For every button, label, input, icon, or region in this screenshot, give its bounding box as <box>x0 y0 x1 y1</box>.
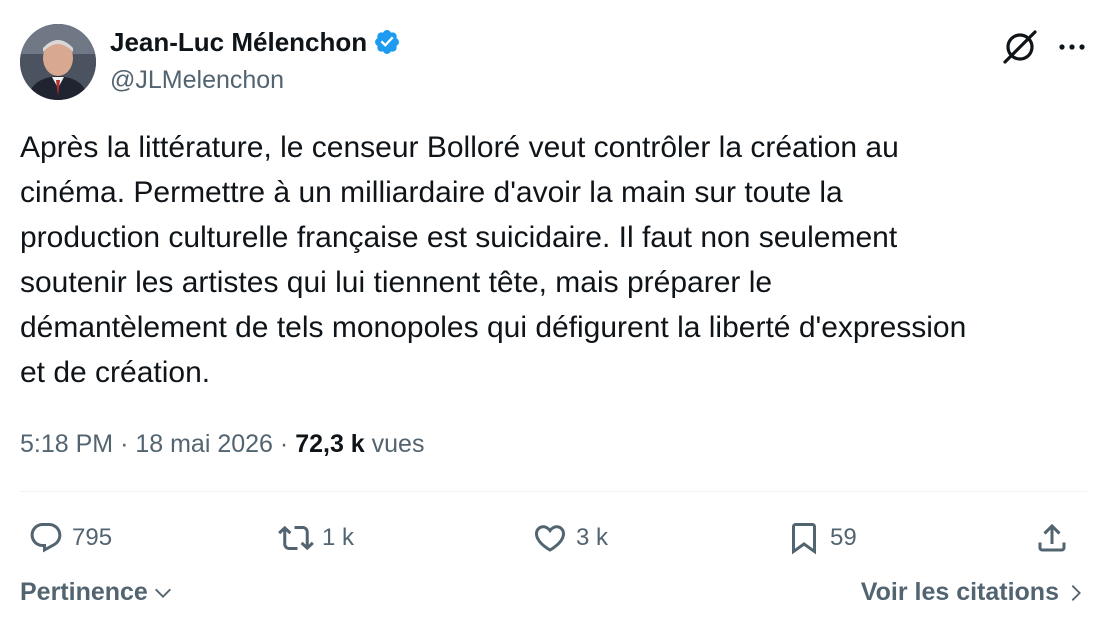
tweet-date[interactable]: 18 mai 2026 <box>135 430 273 458</box>
chevron-right-icon <box>1071 584 1081 601</box>
avatar[interactable] <box>20 24 96 100</box>
tweet-card: Jean-Luc Mélenchon @JLMelenchon Après la… <box>0 0 1107 630</box>
author-names: Jean-Luc Mélenchon @JLMelenchon <box>110 22 401 98</box>
verified-badge-icon <box>375 30 400 54</box>
repost-button[interactable]: 1 k <box>278 520 354 556</box>
action-bar: 795 1 k 3 k 59 <box>20 510 1087 570</box>
views-label: vues <box>371 430 425 458</box>
header-actions <box>1001 28 1087 66</box>
views-count: 72,3 k <box>295 430 365 458</box>
view-quotes-label[interactable]: Voir les citations <box>861 578 1059 607</box>
repost-icon <box>278 525 314 551</box>
bookmark-button[interactable]: 59 <box>786 520 857 556</box>
author-display-name-text[interactable]: Jean-Luc Mélenchon <box>110 22 367 62</box>
heart-icon <box>534 525 566 552</box>
sort-dropdown[interactable]: Pertinence <box>20 578 174 607</box>
sort-label[interactable]: Pertinence <box>20 578 148 607</box>
avatar-image <box>20 24 96 100</box>
more-icon[interactable] <box>1057 32 1087 62</box>
tweet-header: Jean-Luc Mélenchon @JLMelenchon <box>20 22 1087 102</box>
bookmark-icon <box>792 523 816 555</box>
meta-separator: · <box>120 430 129 458</box>
meta-separator-2: · <box>279 430 289 458</box>
tweet-time[interactable]: 5:18 PM <box>20 430 113 458</box>
reply-button[interactable]: 795 <box>28 520 112 556</box>
reply-count: 795 <box>72 524 113 551</box>
author-handle[interactable]: @JLMelenchon <box>110 62 401 98</box>
share-button[interactable] <box>1034 520 1070 556</box>
tweet-meta: 5:18 PM · 18 mai 2026 · 72,3 k vues <box>20 424 424 464</box>
bookmark-count: 59 <box>830 524 857 551</box>
repost-count: 1 k <box>322 524 355 551</box>
view-quotes-link[interactable]: Voir les citations <box>861 578 1087 607</box>
tweet-text: Après la littérature, le censeur Bolloré… <box>20 131 967 389</box>
like-count: 3 k <box>576 524 609 551</box>
reply-icon <box>30 523 62 553</box>
reply-footer: Pertinence Voir les citations <box>20 578 1087 618</box>
share-icon <box>1038 523 1066 552</box>
chevron-down-icon <box>154 588 171 598</box>
grok-icon[interactable] <box>1001 28 1039 66</box>
divider <box>20 491 1087 492</box>
like-button[interactable]: 3 k <box>532 520 608 556</box>
author-display-name[interactable]: Jean-Luc Mélenchon <box>110 22 401 62</box>
